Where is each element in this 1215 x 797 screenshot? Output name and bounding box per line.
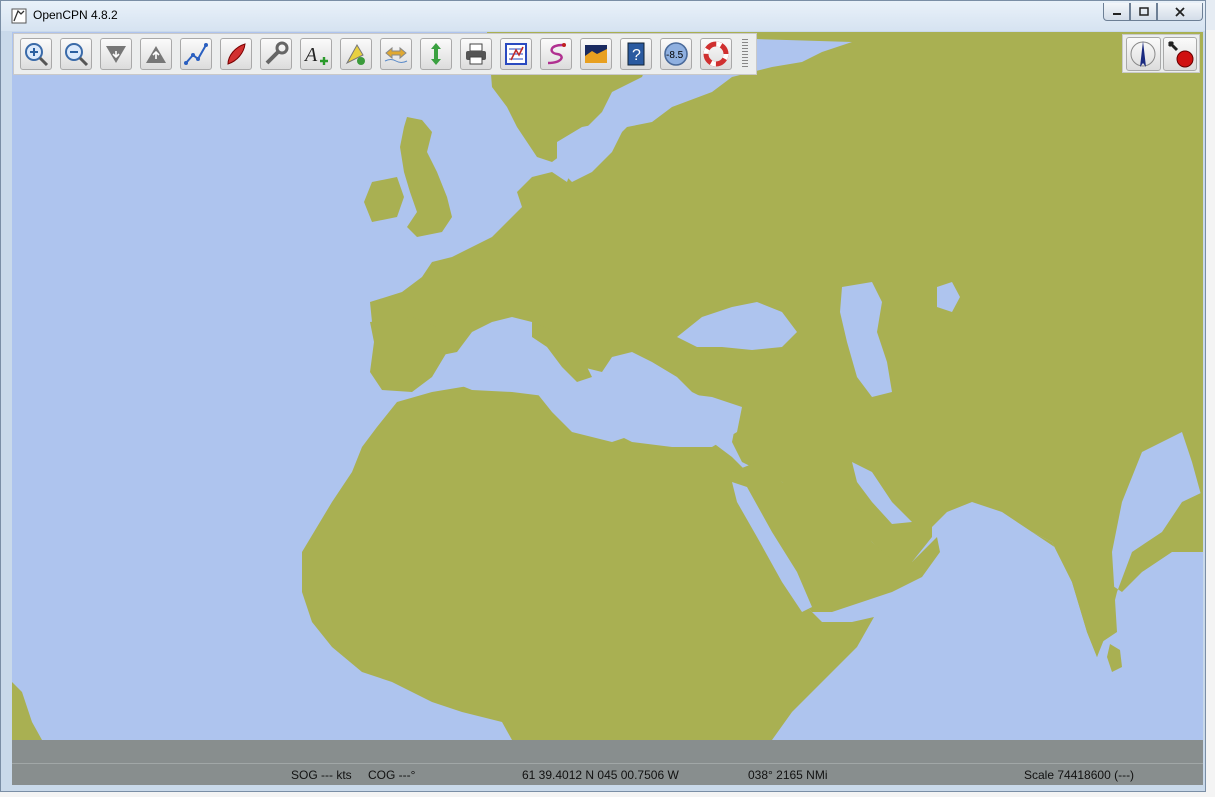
tide-value: -8.5 (666, 50, 684, 61)
compass-toolbar (1122, 34, 1200, 73)
chart-canvas[interactable] (12, 32, 1203, 740)
scale-up-icon (146, 46, 166, 63)
zoom-out-icon (65, 43, 89, 67)
route-manager-icon (505, 43, 527, 65)
north-up-button[interactable] (1126, 36, 1161, 71)
close-icon (1175, 6, 1185, 17)
current-button[interactable] (340, 38, 372, 70)
compass-icon (1130, 40, 1156, 67)
gps-status-button[interactable] (1162, 36, 1197, 71)
text-button[interactable]: A (300, 38, 332, 70)
south-america-land (12, 682, 42, 740)
minimize-button[interactable] (1103, 3, 1130, 21)
current-arrows-icon (431, 43, 441, 65)
tide-icon (384, 46, 408, 63)
scale-readout: Scale 74418600 (---) (1024, 768, 1135, 782)
great-britain-land (400, 117, 452, 237)
title-bar[interactable]: OpenCPN 4.8.2 (1, 1, 1205, 31)
close-button[interactable] (1157, 3, 1203, 21)
print-icon (466, 43, 486, 65)
ais-icon: -8.5 (664, 42, 688, 66)
app-icon (11, 8, 27, 24)
settings-icon (265, 41, 289, 65)
settings-button[interactable] (260, 38, 292, 70)
color-scheme-button[interactable] (580, 38, 612, 70)
status-bar: SOG --- kts COG ---° 61 39.4012 N 045 00… (12, 763, 1203, 785)
svg-text:?: ? (632, 47, 641, 64)
current-arrows-button[interactable] (420, 38, 452, 70)
mob-button[interactable] (700, 38, 732, 70)
scale-down-icon (106, 46, 126, 63)
auto-follow-icon (227, 43, 246, 65)
help-icon: ? (627, 42, 645, 66)
cursor-position-readout: 61 39.4012 N 045 00.7506 W (522, 768, 679, 782)
ireland-land (364, 177, 404, 222)
route-manager-button[interactable] (500, 38, 532, 70)
route-button[interactable] (180, 38, 212, 70)
zoom-in-icon (25, 43, 49, 67)
scale-up-button[interactable] (140, 38, 172, 70)
main-toolbar: A ? -8.5 (13, 33, 757, 75)
mob-icon (703, 41, 729, 67)
color-scheme-icon (585, 45, 607, 63)
maximize-button[interactable] (1130, 3, 1157, 21)
current-icon (345, 44, 365, 65)
track-icon (547, 43, 566, 65)
print-button[interactable] (460, 38, 492, 70)
world-map[interactable] (12, 32, 1203, 740)
opencpn-window: OpenCPN 4.8.2 A ? -8.5 SOG --- kts COG -… (0, 0, 1206, 792)
toolbar-grip[interactable] (742, 39, 748, 69)
route-icon (184, 43, 208, 65)
maximize-icon (1138, 7, 1149, 16)
svg-text:A: A (303, 44, 318, 66)
track-button[interactable] (540, 38, 572, 70)
ais-button[interactable]: -8.5 (660, 38, 692, 70)
minimize-icon (1112, 12, 1121, 15)
cog-readout: COG ---° (368, 768, 416, 782)
auto-follow-button[interactable] (220, 38, 252, 70)
text-icon: A (303, 44, 328, 66)
zoom-in-button[interactable] (20, 38, 52, 70)
help-button[interactable]: ? (620, 38, 652, 70)
zoom-out-button[interactable] (60, 38, 92, 70)
status-bar-top (12, 740, 1203, 763)
gps-status-icon (1167, 40, 1194, 67)
tide-button[interactable] (380, 38, 412, 70)
scale-down-button[interactable] (100, 38, 132, 70)
sog-readout: SOG --- kts (291, 768, 352, 782)
sri-lanka-land (1107, 644, 1122, 672)
bearing-distance-readout: 038° 2165 NMi (748, 768, 828, 782)
window-title: OpenCPN 4.8.2 (33, 8, 118, 22)
